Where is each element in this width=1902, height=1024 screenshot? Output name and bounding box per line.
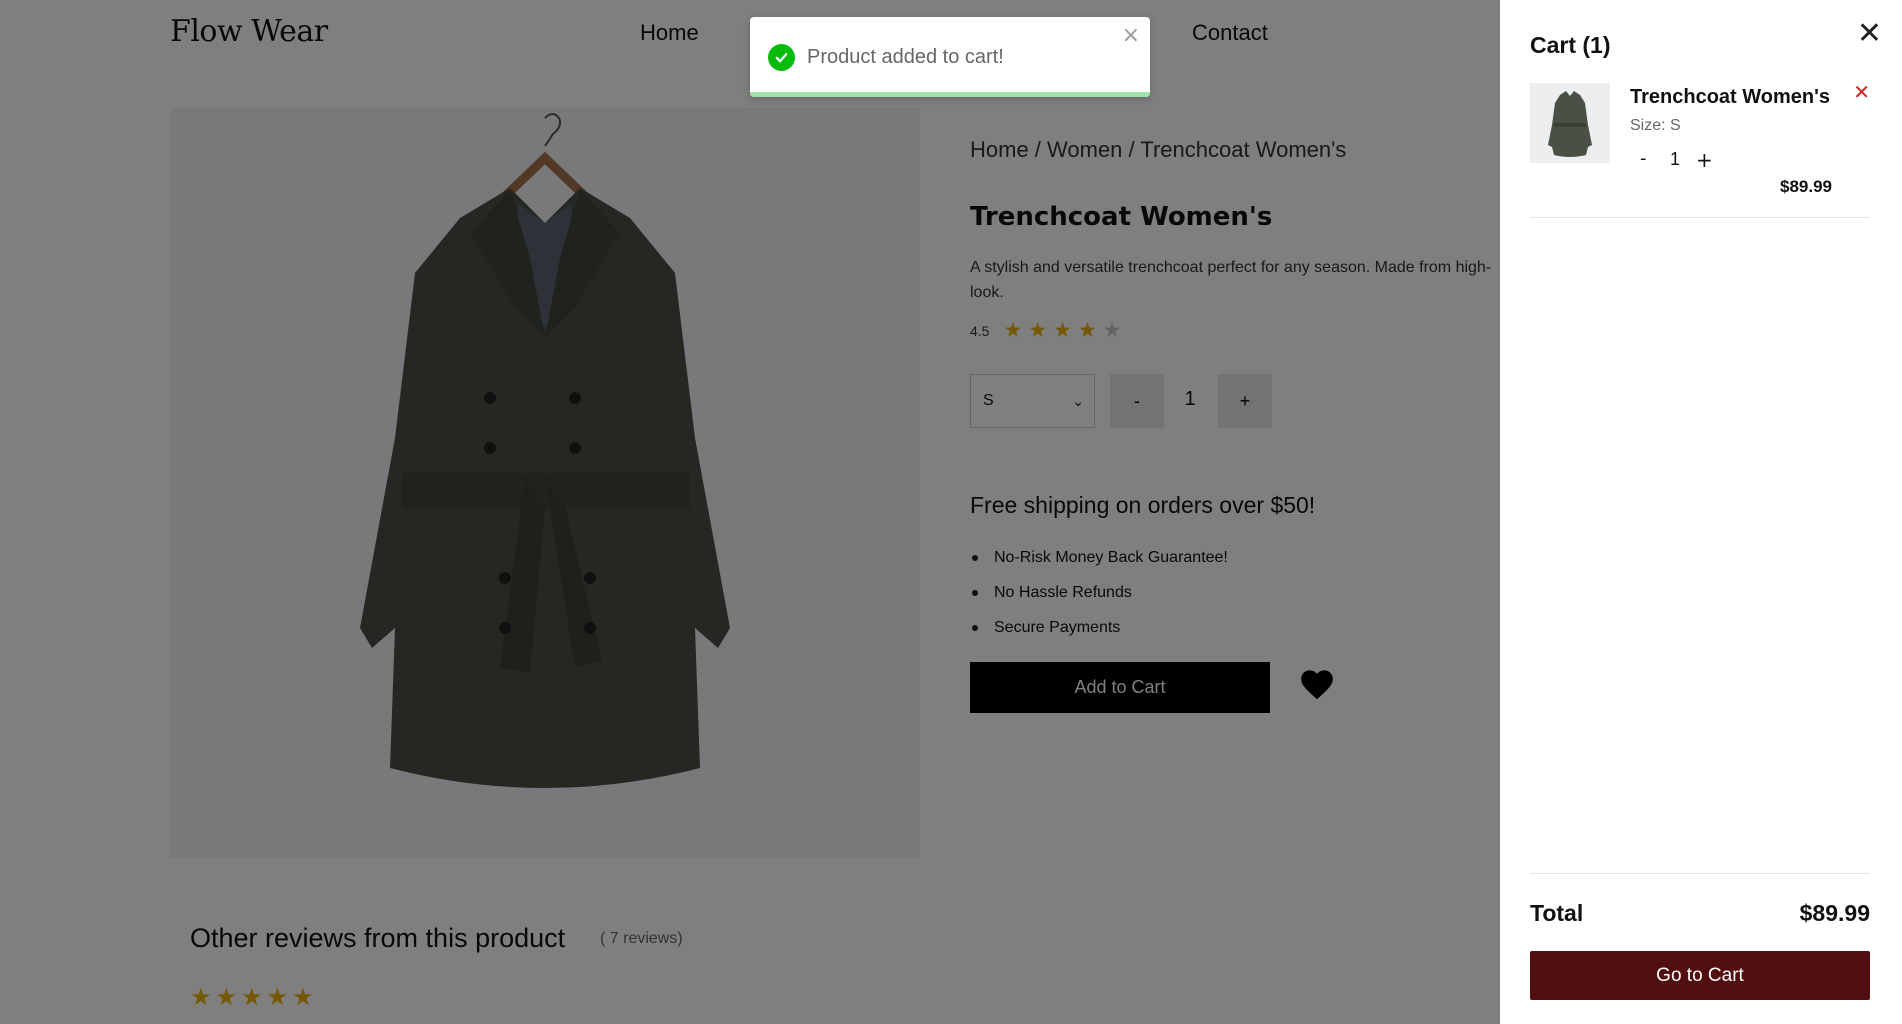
cart-item-name: Trenchcoat Women's xyxy=(1630,86,1830,108)
total-label: Total xyxy=(1530,900,1584,926)
cart-drawer: Cart (1) ✕ Trenchcoat Women's ✕ Size: S … xyxy=(1500,0,1902,1024)
toast-notification: Product added to cart! × xyxy=(750,17,1150,97)
cart-item-thumbnail xyxy=(1530,83,1610,163)
cart-item-price: $89.99 xyxy=(1780,177,1832,196)
toast-progress-fill xyxy=(750,92,1150,97)
toast-message: Product added to cart! xyxy=(807,46,1004,68)
close-icon[interactable]: ✕ xyxy=(1857,16,1882,51)
cart-qty-increase-button[interactable]: + xyxy=(1696,148,1713,172)
divider xyxy=(1530,873,1870,874)
cart-qty-decrease-button[interactable]: - xyxy=(1640,148,1647,169)
cart-qty-value: 1 xyxy=(1670,149,1681,169)
cart-item-size: Size: S xyxy=(1630,117,1681,134)
toast-progress-bar xyxy=(750,92,1150,97)
divider xyxy=(1530,217,1870,218)
close-icon[interactable]: × xyxy=(1122,23,1140,48)
backdrop-overlay[interactable] xyxy=(0,0,1500,1024)
check-circle-icon xyxy=(768,44,795,71)
total-value: $89.99 xyxy=(1799,900,1870,926)
cart-title: Cart (1) xyxy=(1530,32,1611,58)
remove-item-icon[interactable]: ✕ xyxy=(1853,80,1870,104)
go-to-cart-button[interactable]: Go to Cart xyxy=(1530,951,1870,1000)
